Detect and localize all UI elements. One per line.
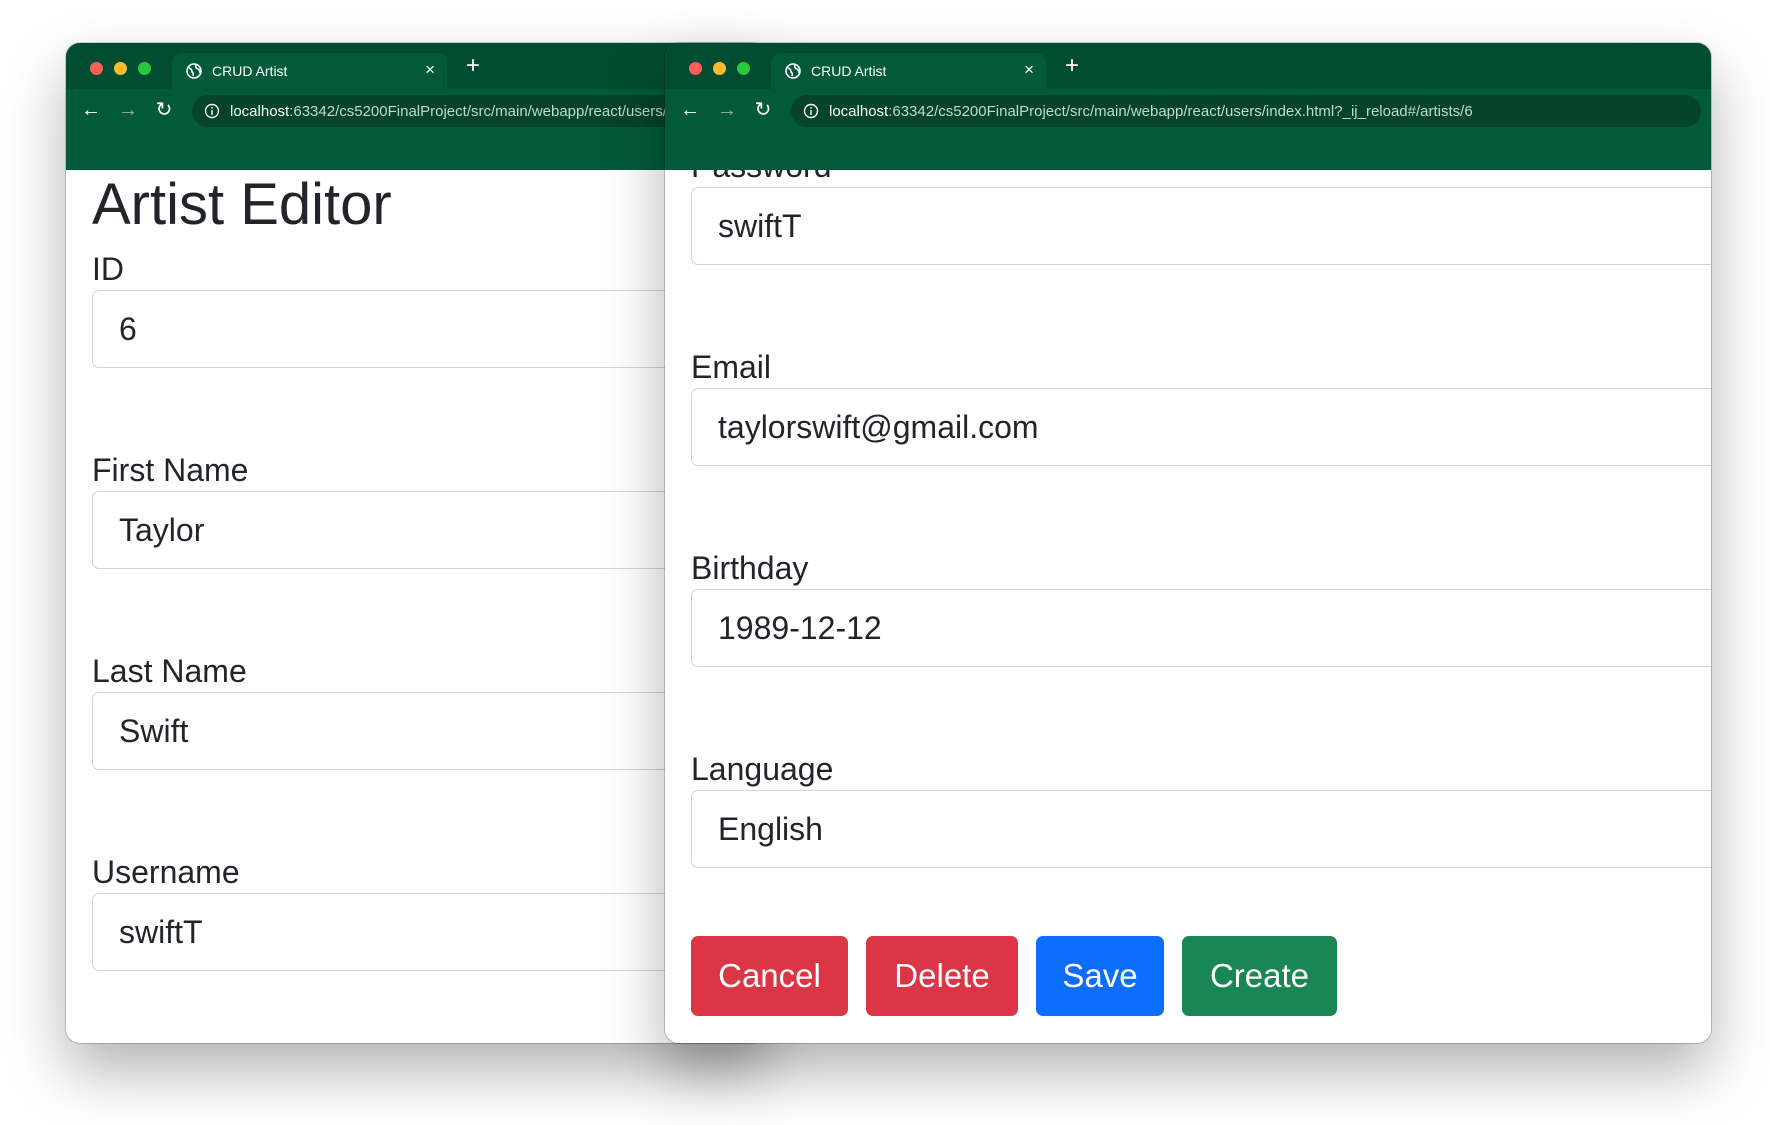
- zoom-window-button[interactable]: [138, 62, 151, 75]
- browser-tab[interactable]: CRUD Artist ×: [172, 53, 447, 89]
- window-controls: [90, 62, 151, 75]
- minimize-window-button[interactable]: [713, 62, 726, 75]
- new-tab-button[interactable]: +: [1059, 53, 1085, 79]
- cancel-button[interactable]: Cancel: [691, 936, 848, 1016]
- browser-window-left: CRUD Artist × + ← → ↻ localhost:63342/cs…: [66, 43, 766, 1043]
- tab-title: CRUD Artist: [811, 63, 887, 79]
- reload-icon[interactable]: ↻: [752, 99, 774, 121]
- language-field[interactable]: English: [691, 790, 1711, 868]
- globe-icon: [186, 63, 202, 79]
- close-tab-icon[interactable]: ×: [1024, 61, 1034, 79]
- close-tab-icon[interactable]: ×: [425, 61, 435, 79]
- zoom-window-button[interactable]: [737, 62, 750, 75]
- birthday-label: Birthday: [691, 550, 809, 586]
- artist-editor-form: Password swiftT Email taylorswift@gmail.…: [691, 170, 1711, 1016]
- browser-toolbar: ← → ↻ localhost:63342/cs5200FinalProject…: [66, 89, 766, 133]
- email-label: Email: [691, 349, 772, 385]
- language-label: Language: [691, 751, 834, 787]
- back-arrow-icon[interactable]: ←: [679, 99, 701, 121]
- browser-chrome: CRUD Artist × + ← → ↻ localhost:63342/cs…: [66, 43, 766, 170]
- back-arrow-icon[interactable]: ←: [80, 99, 102, 121]
- browser-tab[interactable]: CRUD Artist ×: [771, 53, 1046, 89]
- url-host: localhost: [829, 103, 889, 120]
- tab-strip: CRUD Artist × +: [66, 43, 766, 89]
- tab-strip: CRUD Artist × +: [665, 43, 1711, 89]
- forward-arrow-icon[interactable]: →: [117, 99, 139, 121]
- password-field[interactable]: swiftT: [691, 187, 1711, 265]
- delete-button[interactable]: Delete: [866, 936, 1018, 1016]
- address-bar[interactable]: localhost:63342/cs5200FinalProject/src/m…: [791, 95, 1701, 127]
- url-host: localhost: [230, 103, 290, 120]
- info-icon[interactable]: [204, 103, 220, 119]
- reload-icon[interactable]: ↻: [153, 99, 175, 121]
- url-text: localhost:63342/cs5200FinalProject/src/m…: [829, 103, 1693, 120]
- globe-icon: [785, 63, 801, 79]
- browser-window-right: CRUD Artist × + ← → ↻ localhost:63342/cs…: [665, 43, 1711, 1043]
- window-controls: [689, 62, 750, 75]
- save-button[interactable]: Save: [1036, 936, 1164, 1016]
- action-buttons: Cancel Delete Save Create: [691, 936, 1711, 1016]
- info-icon[interactable]: [803, 103, 819, 119]
- birthday-field[interactable]: 1989-12-12: [691, 589, 1711, 667]
- tab-title: CRUD Artist: [212, 63, 288, 79]
- browser-chrome: CRUD Artist × + ← → ↻ localhost:63342/cs…: [665, 43, 1711, 170]
- browser-toolbar: ← → ↻ localhost:63342/cs5200FinalProject…: [665, 89, 1711, 133]
- page-content: Artist Editor ID 6 First Name Taylor Las…: [66, 170, 766, 1043]
- new-tab-button[interactable]: +: [460, 53, 486, 79]
- close-window-button[interactable]: [689, 62, 702, 75]
- url-path: :63342/cs5200FinalProject/src/main/webap…: [888, 103, 1473, 120]
- email-field[interactable]: taylorswift@gmail.com: [691, 388, 1711, 466]
- forward-arrow-icon[interactable]: →: [716, 99, 738, 121]
- password-label: Password: [691, 170, 1711, 187]
- page-content: Password swiftT Email taylorswift@gmail.…: [665, 170, 1711, 1043]
- create-button[interactable]: Create: [1182, 936, 1337, 1016]
- close-window-button[interactable]: [90, 62, 103, 75]
- minimize-window-button[interactable]: [114, 62, 127, 75]
